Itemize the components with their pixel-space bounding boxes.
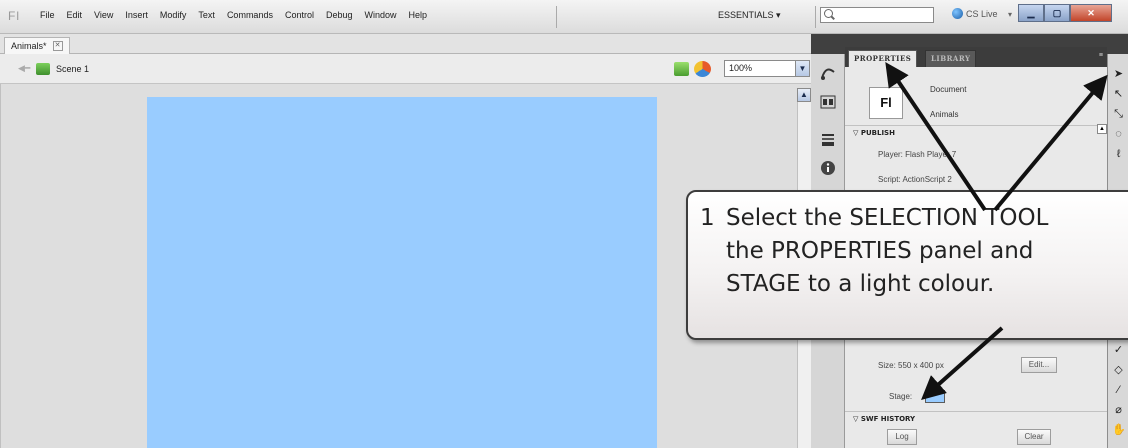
arrow-to-stage-swatch: [921, 326, 1004, 400]
arrow-to-selection-tool: [993, 74, 1108, 212]
arrow-to-properties-tab: [885, 62, 987, 212]
pointer-arrows: [885, 62, 1108, 400]
